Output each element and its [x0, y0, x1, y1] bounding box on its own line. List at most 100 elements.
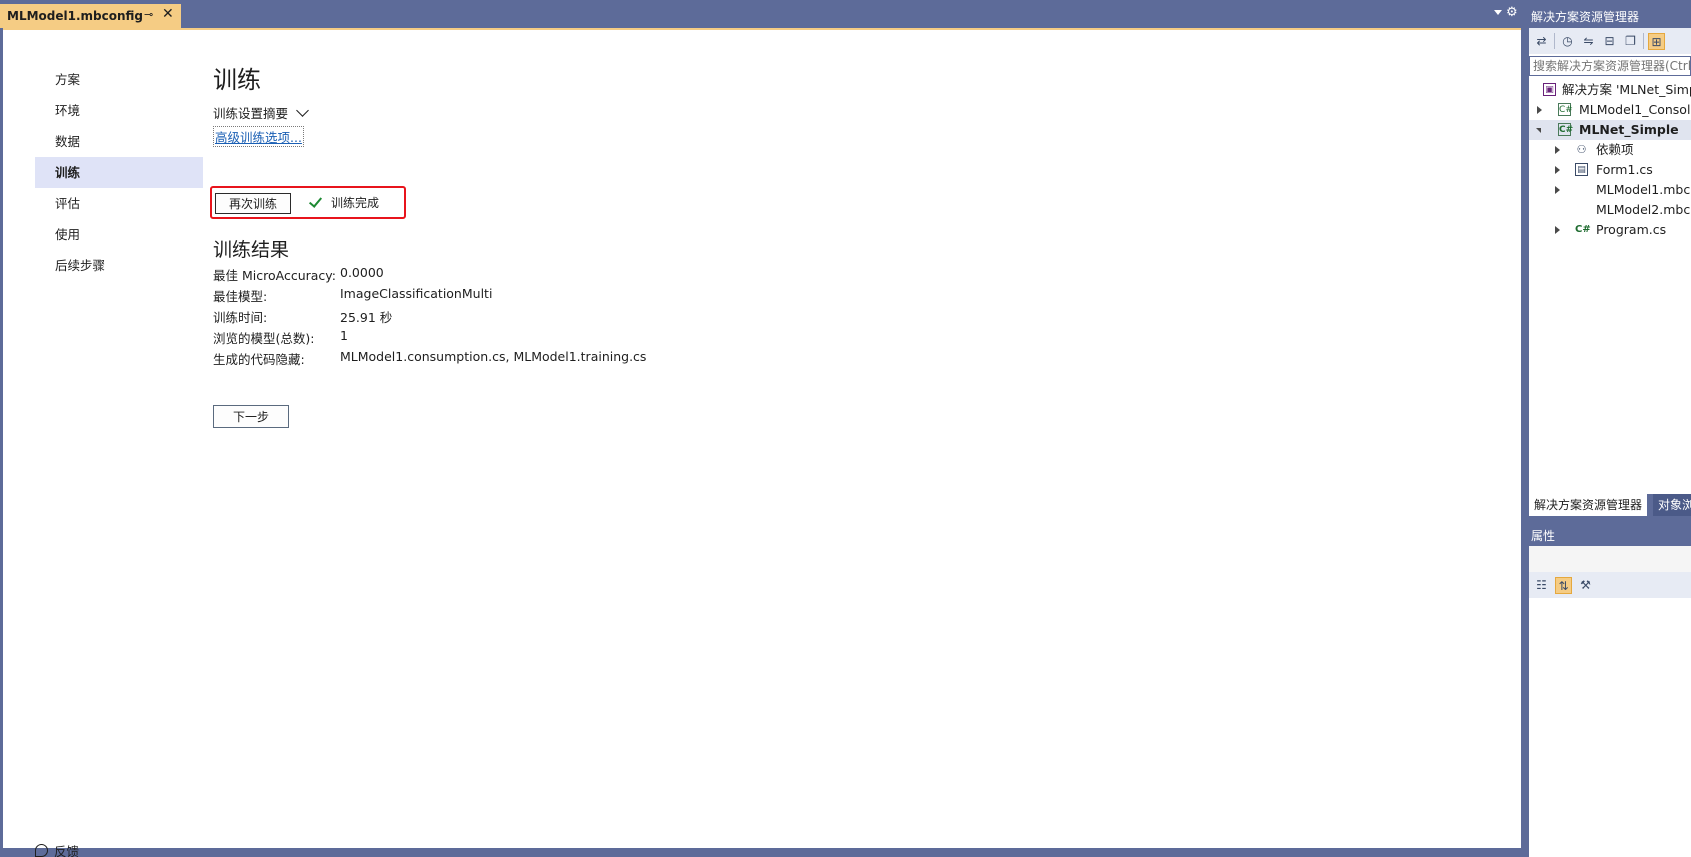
- training-results: 最佳 MicroAccuracy: 0.0000 最佳模型: ImageClas…: [213, 265, 646, 370]
- result-label: 最佳 MicroAccuracy:: [213, 268, 336, 283]
- solution-tree: ▣ 解决方案 'MLNet_Simp C# MLModel1_Consol C#…: [1529, 80, 1691, 240]
- nav-item-evaluate[interactable]: 评估: [35, 188, 203, 219]
- result-row: 训练时间: 25.91 秒: [213, 307, 646, 328]
- feedback-button[interactable]: 反馈: [35, 841, 79, 857]
- solution-icon: ▣: [1543, 83, 1556, 96]
- result-value: 0.0000: [340, 265, 384, 280]
- csharp-project-icon: C#: [1558, 123, 1574, 136]
- document-tabstrip: MLModel1.mbconfig ⊸ ✕ ⚙: [0, 0, 1524, 28]
- properties-object-selector[interactable]: [1529, 546, 1691, 572]
- retrain-button[interactable]: 再次训练: [215, 193, 291, 214]
- step-navigation: 方案 环境 数据 训练 评估 使用 后续步骤: [35, 64, 203, 281]
- tree-item-label: 依赖项: [1596, 142, 1634, 157]
- training-summary-toggle[interactable]: 训练设置摘要: [213, 103, 309, 122]
- tab-solution-explorer[interactable]: 解决方案资源管理器: [1529, 494, 1648, 516]
- show-all-files-icon[interactable]: ❐: [1622, 33, 1639, 50]
- tree-item-label: 解决方案 'MLNet_Simp: [1562, 82, 1691, 97]
- result-row: 最佳模型: ImageClassificationMulti: [213, 286, 646, 307]
- tool-window-tabs: 解决方案资源管理器 对象浏: [1524, 494, 1691, 516]
- result-row: 最佳 MicroAccuracy: 0.0000: [213, 265, 646, 286]
- training-status: 训练完成: [308, 193, 380, 211]
- nav-item-scenario[interactable]: 方案: [35, 64, 203, 95]
- nav-item-next-steps[interactable]: 后续步骤: [35, 250, 203, 281]
- tree-item-mlmodel1-console[interactable]: C# MLModel1_Consol: [1529, 100, 1691, 120]
- tree-item-label: MLModel2.mbc: [1596, 202, 1691, 217]
- toolbar-separator: [1554, 33, 1555, 49]
- tree-item-dependencies[interactable]: ⚇ 依赖项: [1529, 140, 1691, 160]
- tree-item-label: MLModel1_Consol: [1579, 102, 1691, 117]
- tree-item-form1[interactable]: ▤ Form1.cs: [1529, 160, 1691, 180]
- training-status-text: 训练完成: [331, 196, 380, 210]
- result-row: 生成的代码隐藏: MLModel1.consumption.cs, MLMode…: [213, 349, 646, 370]
- gear-icon[interactable]: ⚙: [1506, 5, 1518, 20]
- retrain-highlight-box: 再次训练 训练完成: [210, 186, 406, 219]
- feedback-label: 反馈: [54, 844, 80, 857]
- nav-item-environment[interactable]: 环境: [35, 95, 203, 126]
- right-tool-panel: 解决方案资源管理器 ⇄ ◷ ⇋ ⊟ ❐ ⊞ ▣ 解决方案 'MLNet_Simp…: [1524, 0, 1691, 857]
- expand-arrow-icon[interactable]: [1537, 106, 1542, 114]
- next-step-button[interactable]: 下一步: [213, 405, 289, 428]
- tab-list-dropdown-icon[interactable]: [1494, 10, 1502, 15]
- tree-item-mlnet-simple[interactable]: C# MLNet_Simple: [1529, 120, 1691, 140]
- nav-item-data[interactable]: 数据: [35, 126, 203, 157]
- solution-explorer-toolbar: ⇄ ◷ ⇋ ⊟ ❐ ⊞: [1529, 28, 1691, 54]
- result-label: 最佳模型:: [213, 289, 268, 304]
- collapse-all-icon[interactable]: ⊟: [1601, 33, 1618, 50]
- document-tab[interactable]: MLModel1.mbconfig ⊸ ✕: [0, 4, 181, 28]
- tree-item-mlmodel1-mbconfig[interactable]: MLModel1.mbc: [1529, 180, 1691, 200]
- tree-item-solution[interactable]: ▣ 解决方案 'MLNet_Simp: [1529, 80, 1691, 100]
- solution-explorer-title: 解决方案资源管理器: [1531, 10, 1640, 24]
- feedback-icon: [35, 844, 48, 857]
- tree-item-label: Program.cs: [1596, 222, 1667, 237]
- results-title: 训练结果: [213, 239, 290, 261]
- expand-arrow-icon[interactable]: [1555, 186, 1560, 194]
- expand-arrow-icon[interactable]: [1555, 226, 1560, 234]
- nav-item-consume[interactable]: 使用: [35, 219, 203, 250]
- tree-item-mlmodel2-mbconfig[interactable]: MLModel2.mbc: [1529, 200, 1691, 220]
- document-tab-title: MLModel1.mbconfig: [7, 9, 144, 23]
- training-summary-label: 训练设置摘要: [213, 106, 289, 121]
- toolbar-separator: [1643, 33, 1644, 49]
- result-value: 25.91 秒: [340, 310, 393, 325]
- csharp-project-icon: C#: [1558, 103, 1573, 116]
- solution-explorer-search-input[interactable]: [1529, 56, 1691, 76]
- properties-toolbar: ☷ ⇅ ⚒: [1529, 572, 1691, 598]
- close-icon[interactable]: ✕: [162, 6, 174, 22]
- result-value: 1: [340, 328, 348, 343]
- advanced-training-options-link[interactable]: 高级训练选项...: [213, 126, 304, 147]
- nav-item-train[interactable]: 训练: [35, 157, 203, 188]
- expand-arrow-icon[interactable]: [1555, 166, 1560, 174]
- result-value: MLModel1.consumption.cs, MLModel1.traini…: [340, 349, 647, 364]
- alphabetical-sort-icon[interactable]: ⇅: [1555, 576, 1572, 594]
- tab-object-browser[interactable]: 对象浏: [1653, 494, 1691, 516]
- expand-arrow-icon[interactable]: [1555, 146, 1560, 154]
- checkmark-icon: [308, 193, 323, 208]
- model-builder-page: 方案 环境 数据 训练 评估 使用 后续步骤 训练 训练设置摘要 高级训练选项.…: [3, 28, 1521, 857]
- categorized-icon[interactable]: ☷: [1533, 577, 1550, 594]
- result-label: 生成的代码隐藏:: [213, 352, 305, 367]
- result-label: 训练时间:: [213, 310, 268, 325]
- page-title: 训练: [213, 66, 261, 94]
- document-area: MLModel1.mbconfig ⊸ ✕ ⚙ 方案 环境 数据 训练 评估 使…: [0, 0, 1524, 857]
- dependencies-icon: ⚇: [1576, 143, 1587, 156]
- history-icon[interactable]: ◷: [1559, 33, 1576, 50]
- collapse-arrow-icon[interactable]: [1536, 128, 1541, 137]
- wrench-icon[interactable]: ⚒: [1577, 577, 1594, 594]
- chevron-down-icon: [296, 103, 309, 117]
- properties-icon[interactable]: ⊞: [1648, 32, 1665, 50]
- tree-item-program[interactable]: C# Program.cs: [1529, 220, 1691, 240]
- sync-icon[interactable]: ⇋: [1580, 33, 1597, 50]
- result-label: 浏览的模型(总数):: [213, 331, 315, 346]
- properties-panel: ☷ ⇅ ⚒: [1529, 546, 1691, 857]
- tree-item-label: MLModel1.mbc: [1596, 182, 1691, 197]
- result-row: 浏览的模型(总数): 1: [213, 328, 646, 349]
- csharp-file-icon: C#: [1575, 224, 1591, 235]
- properties-title: 属性: [1531, 529, 1556, 543]
- solution-explorer: ⇄ ◷ ⇋ ⊟ ❐ ⊞ ▣ 解决方案 'MLNet_Simp C# MLMode…: [1529, 28, 1691, 494]
- switch-views-icon[interactable]: ⇄: [1533, 33, 1550, 50]
- result-value: ImageClassificationMulti: [340, 286, 493, 301]
- form-icon: ▤: [1575, 163, 1588, 176]
- tree-item-label: Form1.cs: [1596, 162, 1653, 177]
- tree-item-label: MLNet_Simple: [1579, 122, 1679, 137]
- pin-icon[interactable]: ⊸: [144, 8, 153, 21]
